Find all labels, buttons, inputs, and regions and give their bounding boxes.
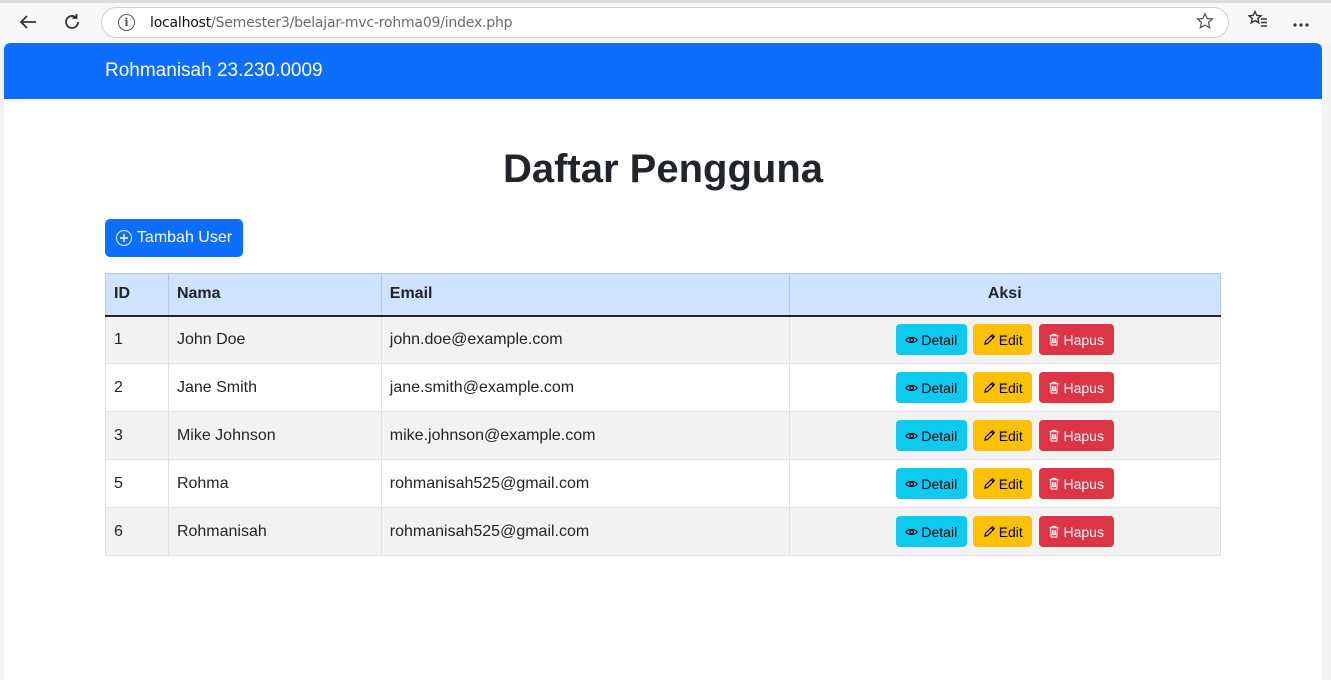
eye-icon <box>905 480 919 487</box>
cell-nama: Rohmanisah <box>167 507 382 556</box>
detail-button[interactable]: Detail <box>895 324 967 356</box>
navbar-brand[interactable]: Rohmanisah 23.230.0009 <box>105 60 323 82</box>
address-bar[interactable]: i localhost/Semester3/belajar-mvc-rohma0… <box>101 7 1229 38</box>
reload-icon[interactable] <box>58 8 86 36</box>
edit-button[interactable]: Edit <box>973 324 1033 356</box>
cell-actions: Detail Edit Hapus <box>788 507 1221 556</box>
trash-icon <box>1049 334 1060 346</box>
hapus-button[interactable]: Hapus <box>1038 468 1114 499</box>
cell-email: rohmanisah525@gmail.com <box>380 507 790 556</box>
trash-icon <box>1049 429 1060 442</box>
edit-label: Edit <box>998 475 1023 492</box>
browser-toolbar: i localhost/Semester3/belajar-mvc-rohma0… <box>0 0 1331 44</box>
edit-label: Edit <box>998 331 1023 348</box>
hapus-label: Hapus <box>1063 427 1104 444</box>
cell-email: mike.johnson@example.com <box>380 411 790 460</box>
table-row: 5 Rohma rohmanisah525@gmail.com Detail E… <box>105 459 1221 508</box>
detail-label: Detail <box>921 427 958 444</box>
more-icon[interactable] <box>1292 12 1310 33</box>
info-icon[interactable]: i <box>118 14 135 31</box>
detail-label: Detail <box>921 475 958 492</box>
url-text: localhost/Semester3/belajar-mvc-rohma09/… <box>150 15 513 31</box>
navbar: Rohmanisah 23.230.0009 <box>4 43 1322 99</box>
table-row: 2 Jane Smith jane.smith@example.com Deta… <box>105 363 1221 412</box>
hapus-button[interactable]: Hapus <box>1038 516 1114 547</box>
cell-id: 5 <box>105 459 169 508</box>
add-user-label: Tambah User <box>136 229 233 246</box>
url-host: localhost <box>150 15 212 31</box>
table-row: 6 Rohmanisah rohmanisah525@gmail.com Det… <box>105 507 1221 556</box>
trash-icon <box>1049 525 1060 538</box>
cell-email: rohmanisah525@gmail.com <box>380 459 790 508</box>
detail-button[interactable]: Detail <box>895 468 967 499</box>
detail-label: Detail <box>921 379 958 396</box>
edit-button[interactable]: Edit <box>973 372 1033 403</box>
detail-button[interactable]: Detail <box>895 420 967 451</box>
edit-button[interactable]: Edit <box>973 468 1033 499</box>
edit-button[interactable]: Edit <box>973 516 1033 547</box>
detail-label: Detail <box>921 331 958 348</box>
cell-nama: John Doe <box>167 315 382 364</box>
star-icon[interactable] <box>1196 12 1214 35</box>
hapus-label: Hapus <box>1063 475 1104 492</box>
page-title: Daftar Pengguna <box>502 147 824 191</box>
hapus-label: Hapus <box>1063 523 1104 540</box>
pencil-icon <box>983 429 995 441</box>
column-header-aksi: Aksi <box>788 273 1221 317</box>
table-row: 1 John Doe john.doe@example.com Detail E… <box>105 315 1221 364</box>
cell-actions: Detail Edit Hapus <box>788 363 1221 412</box>
edit-label: Edit <box>998 427 1023 444</box>
edit-label: Edit <box>998 523 1023 540</box>
column-header-email: Email <box>380 273 790 317</box>
page-viewport: Rohmanisah 23.230.0009 Daftar Pengguna T… <box>4 43 1322 680</box>
plus-circle-icon <box>115 230 132 246</box>
eye-icon <box>905 432 919 439</box>
pencil-icon <box>983 334 995 346</box>
cell-email: john.doe@example.com <box>380 315 790 364</box>
eye-icon <box>905 528 919 535</box>
trash-icon <box>1049 381 1060 394</box>
cell-id: 6 <box>105 507 169 556</box>
cell-id: 3 <box>105 411 169 460</box>
back-arrow-icon[interactable] <box>14 8 42 36</box>
edit-button[interactable]: Edit <box>973 420 1033 451</box>
cell-id: 1 <box>105 315 169 364</box>
detail-button[interactable]: Detail <box>895 516 967 547</box>
tab-strip <box>0 0 1331 3</box>
cell-nama: Mike Johnson <box>167 411 382 460</box>
url-path: /Semester3/belajar-mvc-rohma09/index.php <box>211 15 513 31</box>
hapus-label: Hapus <box>1063 331 1104 348</box>
pencil-icon <box>983 381 995 393</box>
trash-icon <box>1049 477 1060 490</box>
table-row: 3 Mike Johnson mike.johnson@example.com … <box>105 411 1221 460</box>
hapus-button[interactable]: Hapus <box>1038 420 1114 451</box>
cell-id: 2 <box>105 363 169 412</box>
favorites-icon[interactable] <box>1247 9 1268 33</box>
cell-actions: Detail Edit Hapus <box>788 411 1221 460</box>
pencil-icon <box>983 477 995 489</box>
eye-icon <box>905 384 919 391</box>
pencil-icon <box>983 525 995 537</box>
cell-actions: Detail Edit Hapus <box>788 459 1221 508</box>
table-header-row: ID Nama Email Aksi <box>105 273 1221 317</box>
detail-label: Detail <box>921 523 958 540</box>
hapus-button[interactable]: Hapus <box>1038 324 1114 356</box>
cell-email: jane.smith@example.com <box>380 363 790 412</box>
cell-nama: Rohma <box>167 459 382 508</box>
users-table: ID Nama Email Aksi 1 John Doe john.doe@e… <box>105 273 1221 556</box>
column-header-id: ID <box>105 273 169 317</box>
edit-label: Edit <box>998 379 1023 396</box>
hapus-label: Hapus <box>1063 379 1104 396</box>
eye-icon <box>905 336 919 343</box>
column-header-nama: Nama <box>167 273 382 317</box>
detail-button[interactable]: Detail <box>895 372 967 403</box>
hapus-button[interactable]: Hapus <box>1038 372 1114 403</box>
cell-nama: Jane Smith <box>167 363 382 412</box>
cell-actions: Detail Edit Hapus <box>788 315 1221 364</box>
add-user-button[interactable]: Tambah User <box>105 219 243 257</box>
